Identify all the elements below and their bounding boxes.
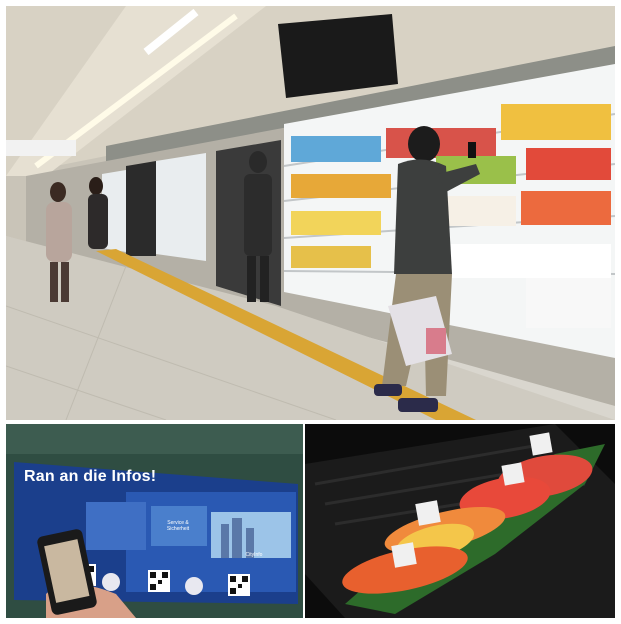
poster-chip-service: Service & Sicherheit <box>166 520 190 532</box>
sushi-photo <box>305 424 615 618</box>
tv-monitor <box>278 14 398 98</box>
poster-chip-cityinfo: CityInfo <box>245 552 263 558</box>
info-poster-photo: Ran an die Infos! Service & Sicherheit C… <box>6 424 303 618</box>
shopper <box>408 126 440 162</box>
subway-platform-photo <box>6 6 615 420</box>
poster-title: Ran an die Infos! <box>24 468 157 485</box>
